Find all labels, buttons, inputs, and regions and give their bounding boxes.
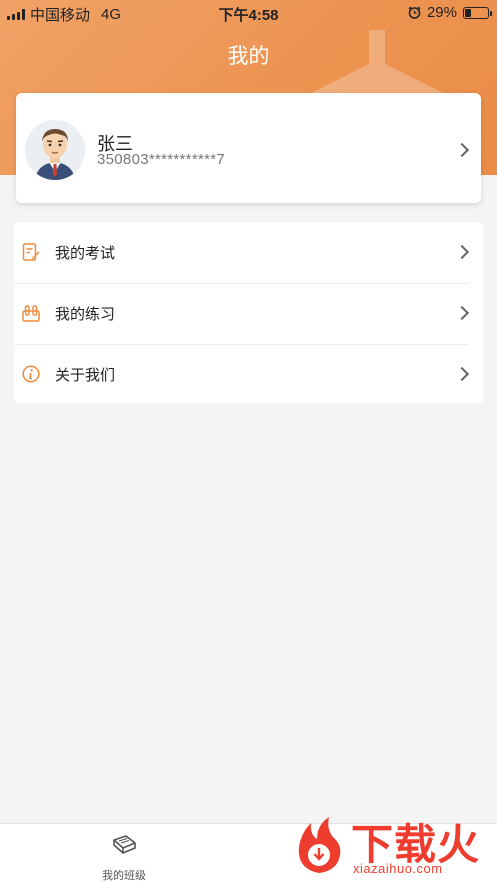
status-bar: 中国移动 4G 下午4:58 29% <box>0 0 497 26</box>
profile-id: 350803***********7 <box>97 151 226 168</box>
menu-item-label: 我的考试 <box>55 245 116 262</box>
flame-logo-icon <box>298 817 341 873</box>
watermark-url: xiazaihuo.com <box>353 861 443 876</box>
menu-item-my-exams[interactable]: 我的考试 <box>14 222 483 283</box>
battery-icon <box>463 6 492 19</box>
tab-label: 我的班级 <box>102 870 146 882</box>
menu-item-my-practice[interactable]: 我的练习 <box>14 283 483 344</box>
page-title: 我的 <box>227 45 270 68</box>
tab-my-class[interactable]: 我的班级 <box>94 834 154 883</box>
chevron-right-icon <box>454 366 470 382</box>
menu-item-about-us[interactable]: 关于我们 <box>14 344 483 405</box>
menu-item-label: 关于我们 <box>55 367 116 384</box>
book-icon <box>113 835 136 854</box>
avatar <box>25 120 85 180</box>
exam-icon <box>22 243 40 261</box>
info-icon <box>22 365 40 383</box>
battery-fill <box>465 8 472 17</box>
chevron-right-icon <box>454 305 470 321</box>
chevron-right-icon <box>454 244 470 260</box>
profile-card[interactable]: 张三 350803***********7 <box>16 93 481 203</box>
menu-item-label: 我的练习 <box>55 306 116 323</box>
menu-list: 我的考试 我的练习 关于我们 <box>14 222 483 403</box>
alarm-icon <box>408 6 421 19</box>
watermark: 下载火 xiazaihuo.com <box>291 811 491 879</box>
chevron-right-icon <box>454 142 470 158</box>
practice-icon <box>22 305 40 322</box>
battery-percent: 29% <box>426 4 457 21</box>
